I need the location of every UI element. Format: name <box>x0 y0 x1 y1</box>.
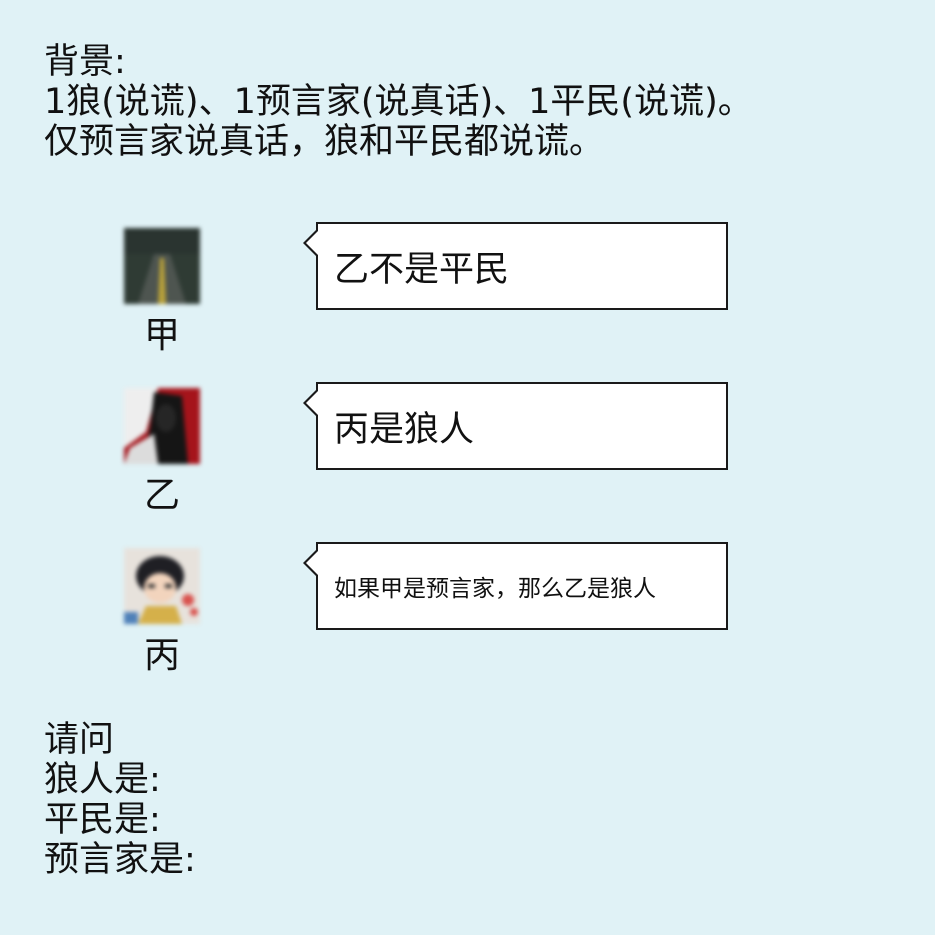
background-rules-line-2: 仅预言家说真话，狼和平民都说谎。 <box>44 122 605 162</box>
statement-jia: 乙不是平民 <box>334 249 510 290</box>
background-section: 背景: 1狼(说谎)、1预言家(说真话)、1平民(说谎)。 仅预言家说真话，狼和… <box>44 42 753 162</box>
statement-bing: 如果甲是预言家，那么乙是狼人 <box>334 576 656 602</box>
question-wolf: 狼人是: <box>44 760 161 800</box>
speech-bubble-bing: 如果甲是预言家，那么乙是狼人 <box>303 542 728 630</box>
speaker-bing: 丙 <box>124 548 200 676</box>
question-heading: 请问 <box>44 720 115 760</box>
speaker-name-yi: 乙 <box>143 475 180 516</box>
question-section: 请问 狼人是: 平民是: 预言家是: <box>44 720 196 880</box>
question-seer: 预言家是: <box>44 840 196 880</box>
question-villager: 平民是: <box>44 800 161 840</box>
speaker-yi: 乙 <box>124 388 200 516</box>
speech-bubble-yi: 丙是狼人 <box>303 382 728 470</box>
road-photo-avatar <box>124 228 200 304</box>
speaker-name-bing: 丙 <box>143 635 180 676</box>
background-rules-line-1: 1狼(说谎)、1预言家(说真话)、1平民(说谎)。 <box>44 82 753 122</box>
speech-bubble-jia: 乙不是平民 <box>303 222 728 310</box>
speaker-name-jia: 甲 <box>143 315 180 356</box>
dark-figure-avatar <box>124 388 200 464</box>
speaker-jia: 甲 <box>124 228 200 356</box>
background-heading: 背景: <box>44 42 126 82</box>
anime-character-avatar <box>124 548 200 624</box>
statement-yi: 丙是狼人 <box>334 409 475 450</box>
